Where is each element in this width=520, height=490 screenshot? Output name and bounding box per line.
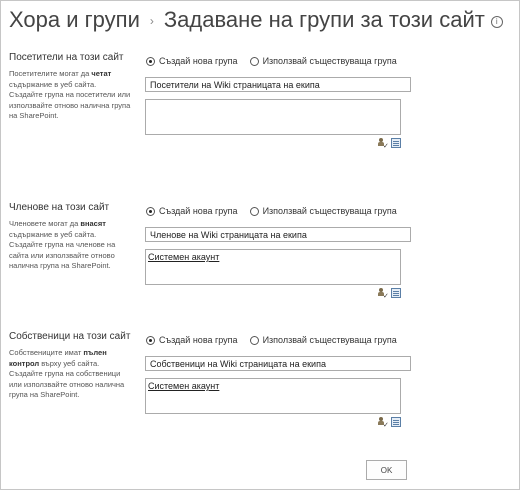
radio-use-existing-group[interactable]: Използвай съществуваща група <box>249 206 397 216</box>
page-header: Хора и групи › Задаване на групи за този… <box>9 4 503 36</box>
section-title: Собственици на този сайт <box>9 331 131 342</box>
section-description: Посетителите могат да четат съдържание в… <box>9 69 131 120</box>
group-choice: Създай нова група Използвай съществуваща… <box>146 335 397 345</box>
section-title: Членове на този сайт <box>9 202 110 213</box>
picker-tools: ✓ <box>377 138 401 150</box>
radio-unchecked-icon <box>249 335 259 345</box>
radio-create-new-group[interactable]: Създай нова група <box>146 206 238 216</box>
check-names-icon[interactable]: ✓ <box>377 138 389 150</box>
address-book-icon[interactable] <box>391 288 401 298</box>
radio-unchecked-icon <box>249 56 259 66</box>
radio-checked-icon <box>146 335 155 345</box>
address-book-icon[interactable] <box>391 138 401 148</box>
section-title: Посетители на този сайт <box>9 52 124 63</box>
check-names-icon[interactable]: ✓ <box>377 417 389 429</box>
person-entry[interactable]: Системен акаунт <box>148 252 219 262</box>
check-names-icon[interactable]: ✓ <box>377 288 389 300</box>
radio-use-existing-group[interactable]: Използвай съществуваща група <box>249 56 397 66</box>
picker-tools: ✓ <box>377 417 401 429</box>
group-name-input[interactable] <box>145 227 411 242</box>
group-name-input[interactable] <box>145 77 411 92</box>
group-choice: Създай нова група Използвай съществуваща… <box>146 56 397 66</box>
people-picker-field[interactable] <box>145 99 401 135</box>
radio-use-existing-group[interactable]: Използвай съществуваща група <box>249 335 397 345</box>
address-book-icon[interactable] <box>391 417 401 427</box>
ok-button[interactable]: OK <box>366 460 407 480</box>
info-icon[interactable]: i <box>490 16 503 28</box>
group-name-input[interactable] <box>145 356 411 371</box>
section-owners: Собственици на този сайт Собствениците и… <box>0 331 520 441</box>
section-visitors: Посетители на този сайт Посетителите мог… <box>0 52 520 162</box>
radio-create-new-group[interactable]: Създай нова група <box>146 335 238 345</box>
picker-tools: ✓ <box>377 288 401 300</box>
radio-checked-icon <box>146 56 155 66</box>
chevron-right-icon: › <box>149 14 154 28</box>
page-title: Задаване на групи за този сайт <box>163 7 485 32</box>
section-description: Собствениците имат пълен контрол върху у… <box>9 348 125 399</box>
group-choice: Създай нова група Използвай съществуваща… <box>146 206 397 216</box>
radio-unchecked-icon <box>249 206 259 216</box>
radio-checked-icon <box>146 206 155 216</box>
people-picker-field[interactable]: Системен акаунт <box>145 249 401 285</box>
breadcrumb-people-and-groups[interactable]: Хора и групи <box>9 7 140 33</box>
radio-create-new-group[interactable]: Създай нова група <box>146 56 238 66</box>
section-description: Членовете могат да внасят съдържание в у… <box>9 219 116 270</box>
section-members: Членове на този сайт Членовете могат да … <box>0 202 520 312</box>
people-picker-field[interactable]: Системен акаунт <box>145 378 401 414</box>
person-entry[interactable]: Системен акаунт <box>148 381 219 391</box>
